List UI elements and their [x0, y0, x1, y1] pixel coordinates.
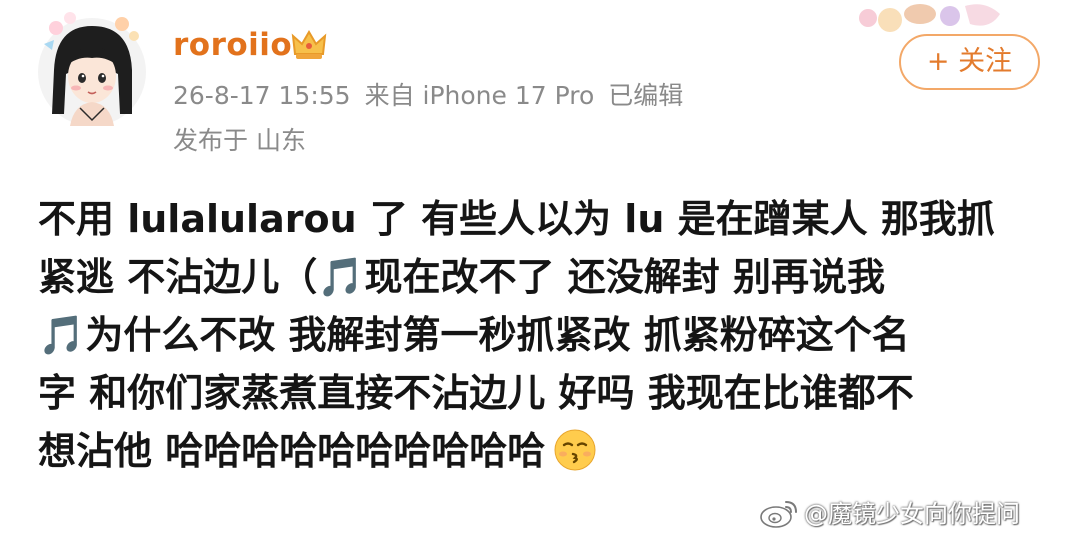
weibo-post-screen: roroiio 26-8-17 15:55 来自 iPhone 17 Pro 已编辑… — [0, 0, 1069, 540]
post-line-1: 不用 lulalularou 了 有些人以为 lu 是在蹭某人 那我抓 — [38, 197, 995, 241]
watermark-text: @魔镜少女向你提问 — [804, 500, 1020, 528]
post-timestamp: 26-8-17 15:55 — [173, 81, 351, 110]
post-line-5-container: 想沾他 哈哈哈哈哈哈哈哈哈哈 — [38, 422, 1038, 480]
post-line-3: 🎵为什么不改 我解封第一秒抓紧改 抓紧粉碎这个名 — [38, 313, 910, 357]
avatar[interactable] — [26, 4, 154, 126]
weibo-logo-icon — [760, 501, 797, 528]
post-meta: 26-8-17 15:55 来自 iPhone 17 Pro 已编辑 — [173, 78, 697, 114]
username[interactable]: roroiio — [173, 24, 292, 66]
post-location: 发布于 山东 — [173, 126, 306, 155]
post-content: 不用 lulalularou 了 有些人以为 lu 是在蹭某人 那我抓 紧逃 不… — [38, 190, 1038, 480]
post-source: 来自 iPhone 17 Pro — [364, 81, 595, 110]
cropped-next-line — [38, 528, 238, 540]
crown-icon — [291, 30, 327, 59]
post-line-2: 紧逃 不沾边儿（🎵现在改不了 还没解封 别再说我 — [38, 255, 886, 299]
post-line-5: 想沾他 哈哈哈哈哈哈哈哈哈哈 — [38, 429, 546, 473]
kissing-face-emoji-icon — [554, 429, 596, 471]
follow-button[interactable]: + 关注 — [899, 34, 1040, 90]
avatar-girl-icon — [38, 12, 146, 126]
edited-label[interactable]: 已编辑 — [608, 81, 683, 110]
watermark: @魔镜少女向你提问 — [758, 496, 1020, 532]
post-line-4: 字 和你们家蒸煮直接不沾边儿 好吗 我现在比谁都不 — [38, 371, 914, 415]
